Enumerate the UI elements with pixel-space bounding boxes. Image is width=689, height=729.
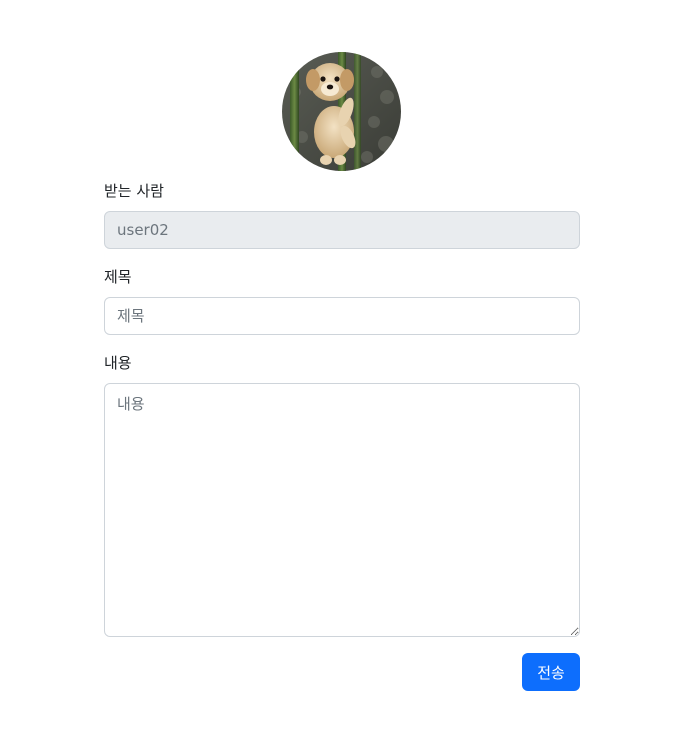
avatar: [282, 52, 401, 171]
content-textarea[interactable]: [104, 383, 580, 637]
dog-photo-avatar: [282, 52, 401, 171]
title-input[interactable]: [104, 297, 580, 335]
recipient-label: 받는 사람: [104, 182, 164, 200]
submit-button[interactable]: 전송: [522, 653, 580, 691]
recipient-field: [104, 211, 580, 249]
content-label: 내용: [104, 354, 132, 372]
title-label: 제목: [104, 268, 132, 286]
